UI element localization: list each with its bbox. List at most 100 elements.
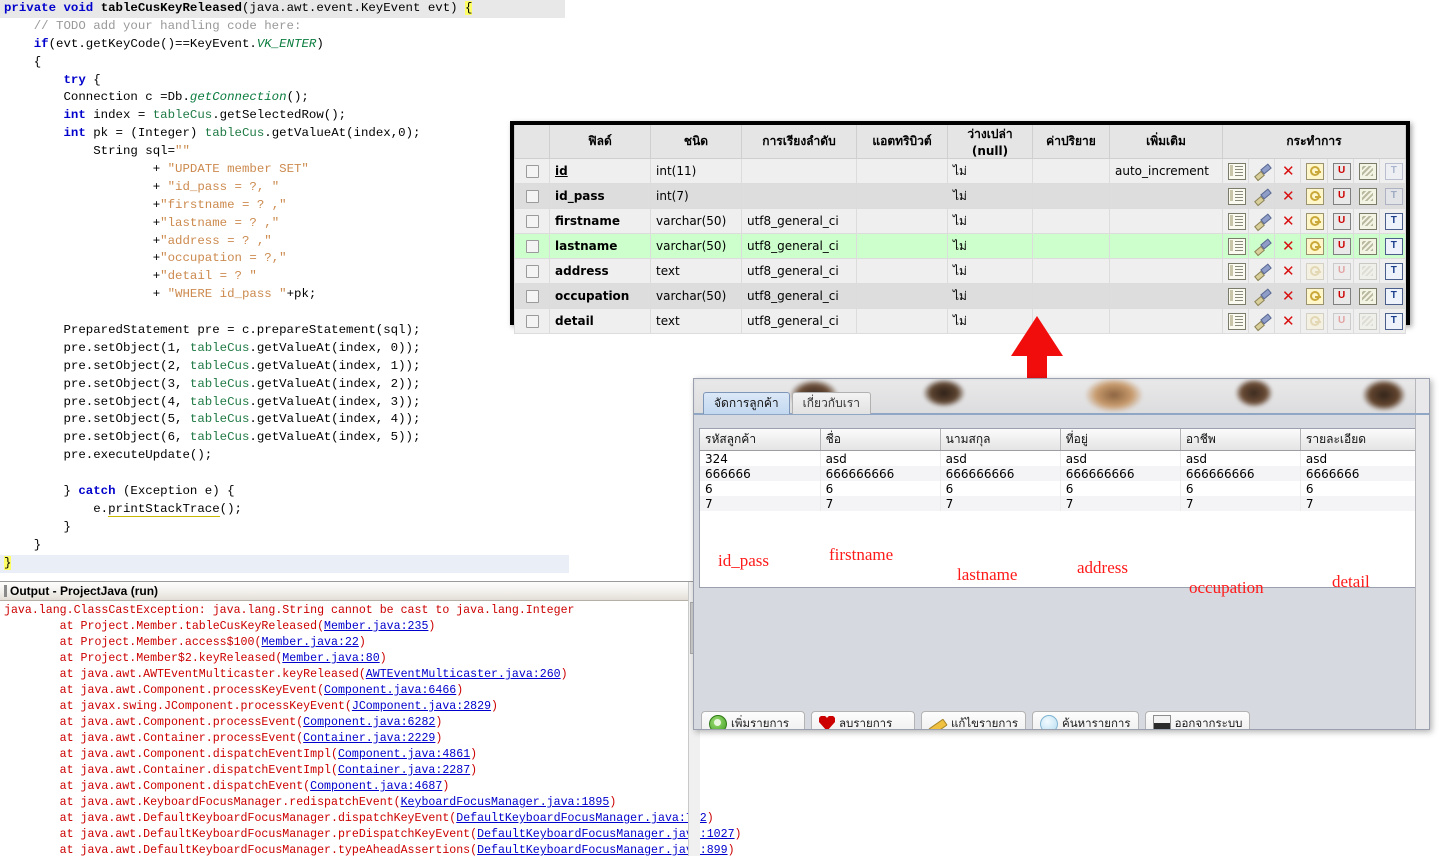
stacktrace-link[interactable]: Member.java:235 <box>324 620 428 633</box>
pencil-icon[interactable] <box>1254 289 1270 304</box>
stacktrace-link[interactable]: KeyboardFocusManager.java:1895 <box>401 796 610 809</box>
action-button[interactable]: ลบรายการ <box>811 711 915 729</box>
unique-icon[interactable]: U <box>1332 262 1351 280</box>
action-cell[interactable] <box>1221 208 1250 234</box>
pencil-icon[interactable] <box>1254 189 1270 204</box>
browse-icon[interactable] <box>1228 312 1246 330</box>
stacktrace-line[interactable]: at java.awt.DefaultKeyboardFocusManager.… <box>0 811 714 827</box>
table-row[interactable]: address text utf8_general_ci ไม่ ✕ U T <box>514 258 1407 284</box>
primary-key-icon[interactable] <box>1306 212 1325 230</box>
customer-cell[interactable]: 666666666 <box>1060 466 1181 481</box>
index-icon[interactable] <box>1358 287 1377 305</box>
table-row[interactable]: id int(11) ไม่ auto_increment ✕ U T <box>514 158 1407 184</box>
customer-row[interactable]: 666666 666666666 666666666 666666666 6666666… <box>700 466 1421 481</box>
row-checkbox[interactable] <box>525 190 539 203</box>
drop-icon[interactable]: ✕ <box>1280 213 1296 229</box>
drop-icon[interactable]: ✕ <box>1280 188 1296 204</box>
drop-icon[interactable]: ✕ <box>1280 163 1296 179</box>
table-row[interactable]: detail text utf8_general_ci ไม่ ✕ U T <box>514 308 1407 334</box>
customer-cell[interactable]: 7 <box>1300 496 1421 511</box>
stacktrace-link[interactable]: JComponent.java:2829 <box>352 700 491 713</box>
stacktrace-link[interactable]: Component.java:4687 <box>310 780 442 793</box>
action-cell[interactable]: U <box>1326 183 1354 209</box>
action-cell[interactable] <box>1352 183 1380 209</box>
row-checkbox-cell[interactable] <box>514 283 550 309</box>
unique-icon[interactable]: U <box>1332 312 1351 330</box>
stacktrace-line[interactable]: at java.awt.Component.dispatchEventImpl(… <box>0 747 700 763</box>
fulltext-icon[interactable]: T <box>1384 262 1403 280</box>
fulltext-icon[interactable]: T <box>1384 287 1403 305</box>
action-cell[interactable]: T <box>1378 158 1407 184</box>
fulltext-icon[interactable]: T <box>1384 212 1403 230</box>
action-cell[interactable] <box>1352 233 1380 259</box>
pencil-icon[interactable] <box>1254 239 1270 254</box>
action-cell[interactable]: ✕ <box>1274 208 1302 234</box>
row-checkbox-cell[interactable] <box>514 208 550 234</box>
index-icon[interactable] <box>1358 237 1377 255</box>
action-cell[interactable] <box>1352 158 1380 184</box>
action-cell[interactable]: U <box>1326 283 1354 309</box>
stacktrace-line[interactable]: at java.awt.AWTEventMulticaster.keyRelea… <box>0 667 700 683</box>
action-cell[interactable]: T <box>1378 308 1407 334</box>
customer-cell[interactable]: 6666666 <box>1300 466 1421 481</box>
action-cell[interactable] <box>1248 308 1276 334</box>
action-cell[interactable] <box>1221 233 1250 259</box>
index-icon[interactable] <box>1358 212 1377 230</box>
stacktrace-link[interactable]: Component.java:6466 <box>324 684 456 697</box>
stacktrace-line[interactable]: at Project.Member$2.keyReleased(Member.j… <box>0 651 700 667</box>
app-tab-0[interactable]: จัดการลูกค้า <box>703 392 790 414</box>
action-cell[interactable]: ✕ <box>1274 258 1302 284</box>
primary-key-icon[interactable] <box>1306 187 1325 205</box>
action-cell[interactable] <box>1300 308 1328 334</box>
stacktrace-line[interactable]: at java.awt.KeyboardFocusManager.redispa… <box>0 795 700 811</box>
stacktrace-link[interactable]: Component.java:6282 <box>303 716 435 729</box>
stacktrace-link[interactable]: Container.java:2287 <box>338 764 470 777</box>
action-cell[interactable] <box>1221 183 1250 209</box>
row-checkbox[interactable] <box>525 290 539 303</box>
action-cell[interactable]: U <box>1326 158 1354 184</box>
app-vertical-scrollbar[interactable] <box>1415 379 1429 729</box>
app-tab-1[interactable]: เกี่ยวกับเรา <box>791 392 871 414</box>
stacktrace-line[interactable]: at java.awt.Component.processEvent(Compo… <box>0 715 700 731</box>
row-checkbox[interactable] <box>525 315 539 328</box>
action-cell[interactable]: U <box>1326 308 1354 334</box>
drop-icon[interactable]: ✕ <box>1280 238 1296 254</box>
action-button[interactable]: ค้นหารายการ <box>1032 711 1139 729</box>
fulltext-icon[interactable]: T <box>1384 237 1403 255</box>
row-checkbox-cell[interactable] <box>514 308 550 334</box>
action-cell[interactable] <box>1248 158 1276 184</box>
customer-cell[interactable]: 6 <box>1180 481 1301 496</box>
customer-cell[interactable]: 7 <box>700 496 821 511</box>
table-row[interactable]: lastname varchar(50) utf8_general_ci ไม่ ✕ U T <box>514 233 1407 259</box>
action-cell[interactable]: T <box>1378 283 1407 309</box>
pencil-icon[interactable] <box>1254 264 1270 279</box>
customer-cell[interactable]: asd <box>1180 450 1301 466</box>
browse-icon[interactable] <box>1228 262 1246 280</box>
output-panel-header[interactable]: Output - ProjectJava (run) <box>0 582 700 601</box>
row-checkbox[interactable] <box>525 215 539 228</box>
row-checkbox[interactable] <box>525 265 539 278</box>
pencil-icon[interactable] <box>1254 214 1270 229</box>
action-cell[interactable] <box>1300 233 1328 259</box>
unique-icon[interactable]: U <box>1332 237 1351 255</box>
action-cell[interactable] <box>1248 233 1276 259</box>
action-cell[interactable] <box>1248 208 1276 234</box>
row-checkbox[interactable] <box>525 165 539 178</box>
unique-icon[interactable]: U <box>1332 287 1351 305</box>
stacktrace-link[interactable]: Member.java:22 <box>261 636 358 649</box>
stacktrace-link[interactable]: Container.java:2229 <box>303 732 435 745</box>
action-cell[interactable]: ✕ <box>1274 183 1302 209</box>
unique-icon[interactable]: U <box>1332 212 1351 230</box>
action-cell[interactable] <box>1300 208 1328 234</box>
customer-column-header[interactable]: รายละเอียด <box>1300 429 1421 451</box>
browse-icon[interactable] <box>1228 287 1246 305</box>
browse-icon[interactable] <box>1228 237 1246 255</box>
customer-cell[interactable]: 666666666 <box>1180 466 1301 481</box>
drop-icon[interactable]: ✕ <box>1280 313 1296 329</box>
customer-column-header[interactable]: รหัสลูกค้า <box>700 429 821 451</box>
action-cell[interactable]: U <box>1326 258 1354 284</box>
drop-icon[interactable]: ✕ <box>1280 288 1296 304</box>
action-cell[interactable] <box>1221 258 1250 284</box>
app-tab-bar[interactable]: จัดการลูกค้า เกี่ยวกับเรา <box>694 391 1429 414</box>
action-button-bar[interactable]: เพิ่มรายการ ลบรายการ แก้ไขรายการ ค้นหารายกา… <box>701 711 1251 729</box>
